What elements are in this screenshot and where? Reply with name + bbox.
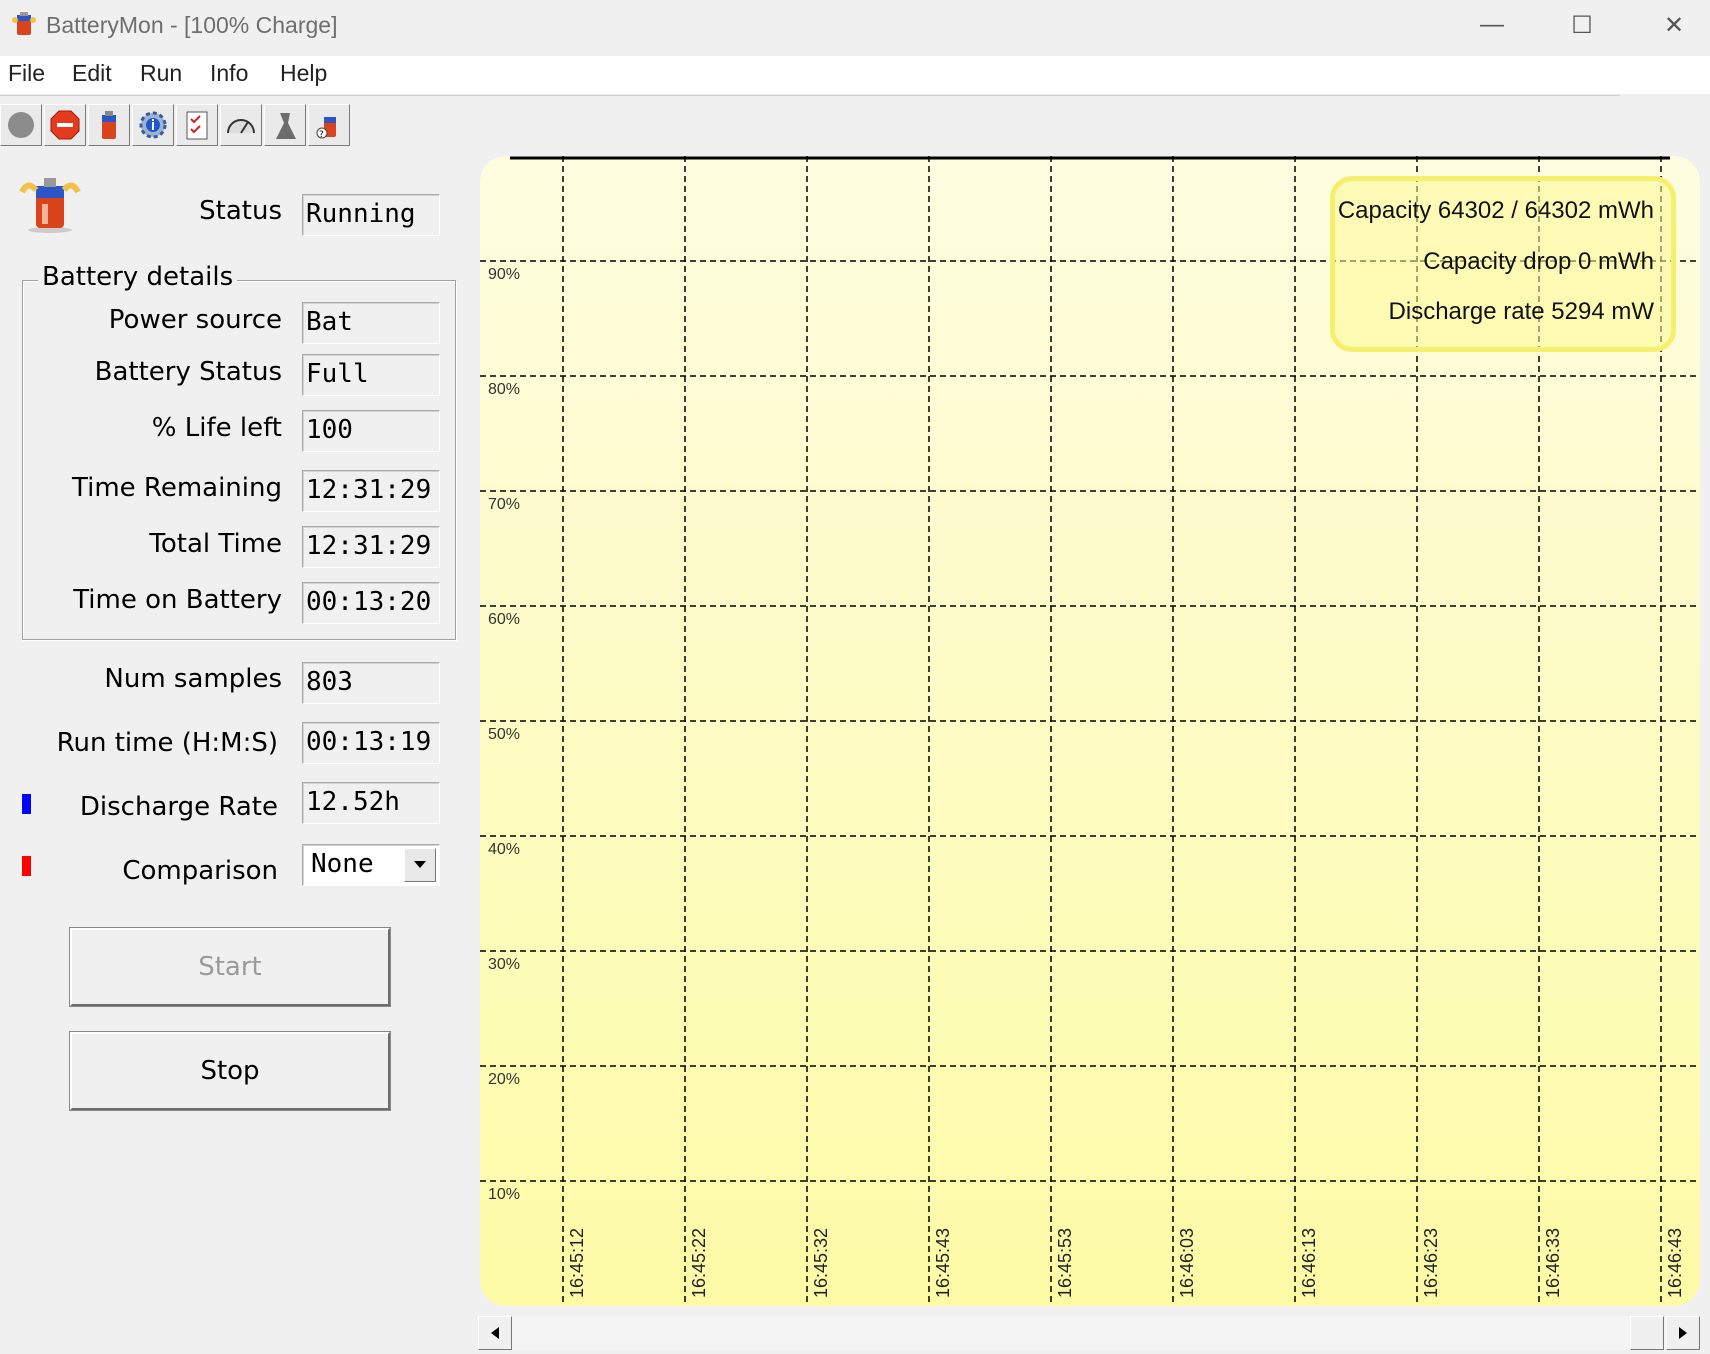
start-icon bbox=[8, 112, 34, 138]
title-bar: BatteryMon - [100% Charge] — ☐ ✕ bbox=[0, 0, 1710, 54]
chart-scrollbar[interactable] bbox=[478, 1316, 1700, 1350]
menu-bar: File Edit Run Info Help bbox=[0, 56, 1710, 94]
minimize-button[interactable]: — bbox=[1462, 0, 1522, 50]
gauge-icon bbox=[227, 119, 255, 134]
battery-large-icon bbox=[19, 178, 81, 233]
toolbar-tools-button[interactable] bbox=[264, 104, 306, 146]
menu-separator bbox=[0, 95, 1620, 96]
power-source-field: Bat bbox=[302, 302, 440, 344]
svg-text:?: ? bbox=[319, 130, 324, 140]
power-source-label: Power source bbox=[108, 305, 282, 335]
toolbar-start-button[interactable] bbox=[0, 104, 42, 146]
time-remaining-field: 12:31:29 bbox=[302, 470, 440, 512]
close-button[interactable]: ✕ bbox=[1644, 0, 1704, 50]
stop-button[interactable]: Stop bbox=[69, 1031, 391, 1111]
num-samples-field: 803 bbox=[302, 662, 440, 704]
scroll-thumb[interactable] bbox=[1630, 1316, 1664, 1350]
window-title: BatteryMon - [100% Charge] bbox=[46, 12, 338, 38]
y-tick-label: 40% bbox=[488, 841, 520, 858]
x-tick-label: 16:46:03 bbox=[1177, 1228, 1197, 1298]
comparison-label: Comparison bbox=[122, 856, 278, 886]
menu-file[interactable]: File bbox=[8, 60, 45, 87]
time-on-battery-field: 00:13:20 bbox=[302, 582, 440, 624]
total-time-label: Total Time bbox=[149, 529, 282, 559]
total-time-field: 12:31:29 bbox=[302, 526, 440, 568]
x-tick-label: 16:45:43 bbox=[933, 1228, 953, 1298]
y-tick-label: 80% bbox=[488, 381, 520, 398]
menu-run[interactable]: Run bbox=[140, 60, 182, 87]
x-tick-label: 16:46:33 bbox=[1543, 1228, 1563, 1298]
checklist-icon bbox=[186, 111, 208, 140]
battery-status-label: Battery Status bbox=[94, 357, 282, 387]
discharge-rate-info: Discharge rate 5294 mW bbox=[1388, 298, 1654, 325]
help-icon: ? bbox=[316, 117, 336, 140]
y-tick-label: 50% bbox=[488, 726, 520, 743]
chevron-right-icon bbox=[1679, 1327, 1687, 1339]
time-on-battery-label: Time on Battery bbox=[73, 585, 282, 615]
info-icon bbox=[139, 111, 167, 139]
toolbar-help-button[interactable]: ? bbox=[308, 104, 350, 146]
battery-status-field: Full bbox=[302, 354, 440, 396]
x-tick-label: 16:46:13 bbox=[1299, 1228, 1319, 1298]
toolbar-gauge-button[interactable] bbox=[220, 104, 262, 146]
start-button[interactable]: Start bbox=[69, 927, 391, 1007]
discharge-rate-legend-mark bbox=[22, 794, 31, 814]
y-tick-label: 90% bbox=[488, 266, 520, 283]
x-tick-label: 16:46:23 bbox=[1421, 1228, 1441, 1298]
time-remaining-label: Time Remaining bbox=[72, 473, 282, 503]
y-tick-label: 30% bbox=[488, 956, 520, 973]
x-tick-label: 16:45:12 bbox=[567, 1228, 587, 1298]
battery-details-title: Battery details bbox=[38, 262, 238, 292]
x-tick-label: 16:45:22 bbox=[689, 1228, 709, 1298]
discharge-rate-label: Discharge Rate bbox=[79, 792, 278, 822]
run-time-field: 00:13:19 bbox=[302, 722, 440, 764]
life-left-label: % Life left bbox=[151, 413, 282, 443]
life-left-field: 100 bbox=[302, 410, 440, 452]
menu-edit[interactable]: Edit bbox=[72, 60, 112, 87]
run-time-label: Run time (H:M:S) bbox=[56, 728, 278, 758]
x-tick-label: 16:45:53 bbox=[1055, 1228, 1075, 1298]
y-tick-label: 70% bbox=[488, 496, 520, 513]
scroll-right-button[interactable] bbox=[1666, 1316, 1700, 1350]
capacity-drop-info: Capacity drop 0 mWh bbox=[1423, 248, 1654, 275]
x-tick-label: 16:45:32 bbox=[811, 1228, 831, 1298]
y-tick-label: 60% bbox=[488, 611, 520, 628]
y-tick-label: 10% bbox=[488, 1186, 520, 1203]
tools-icon bbox=[276, 113, 296, 139]
num-samples-label: Num samples bbox=[104, 664, 282, 694]
toolbar-battery-button[interactable] bbox=[88, 104, 130, 146]
comparison-select-value: None bbox=[311, 849, 374, 879]
capacity-info: Capacity 64302 / 64302 mWh bbox=[1337, 197, 1654, 224]
menu-help[interactable]: Help bbox=[280, 60, 327, 87]
toolbar-checklist-button[interactable] bbox=[176, 104, 218, 146]
scroll-left-button[interactable] bbox=[478, 1316, 512, 1350]
chevron-down-icon bbox=[414, 861, 426, 868]
stop-icon bbox=[50, 110, 80, 140]
status-field: Running bbox=[302, 194, 440, 236]
comparison-legend-mark bbox=[22, 856, 31, 876]
chevron-left-icon bbox=[491, 1327, 499, 1339]
y-tick-label: 20% bbox=[488, 1071, 520, 1088]
status-label: Status bbox=[199, 196, 282, 226]
toolbar-info-button[interactable] bbox=[132, 104, 174, 146]
discharge-rate-field: 12.52h bbox=[302, 782, 440, 824]
maximize-button[interactable]: ☐ bbox=[1552, 0, 1612, 50]
x-tick-label: 16:46:43 bbox=[1665, 1228, 1685, 1298]
battery-icon bbox=[102, 111, 116, 139]
batterymon-app-icon bbox=[12, 12, 36, 35]
menu-info[interactable]: Info bbox=[210, 60, 248, 87]
toolbar-stop-button[interactable] bbox=[44, 104, 86, 146]
comparison-dropdown-button[interactable] bbox=[404, 848, 436, 882]
